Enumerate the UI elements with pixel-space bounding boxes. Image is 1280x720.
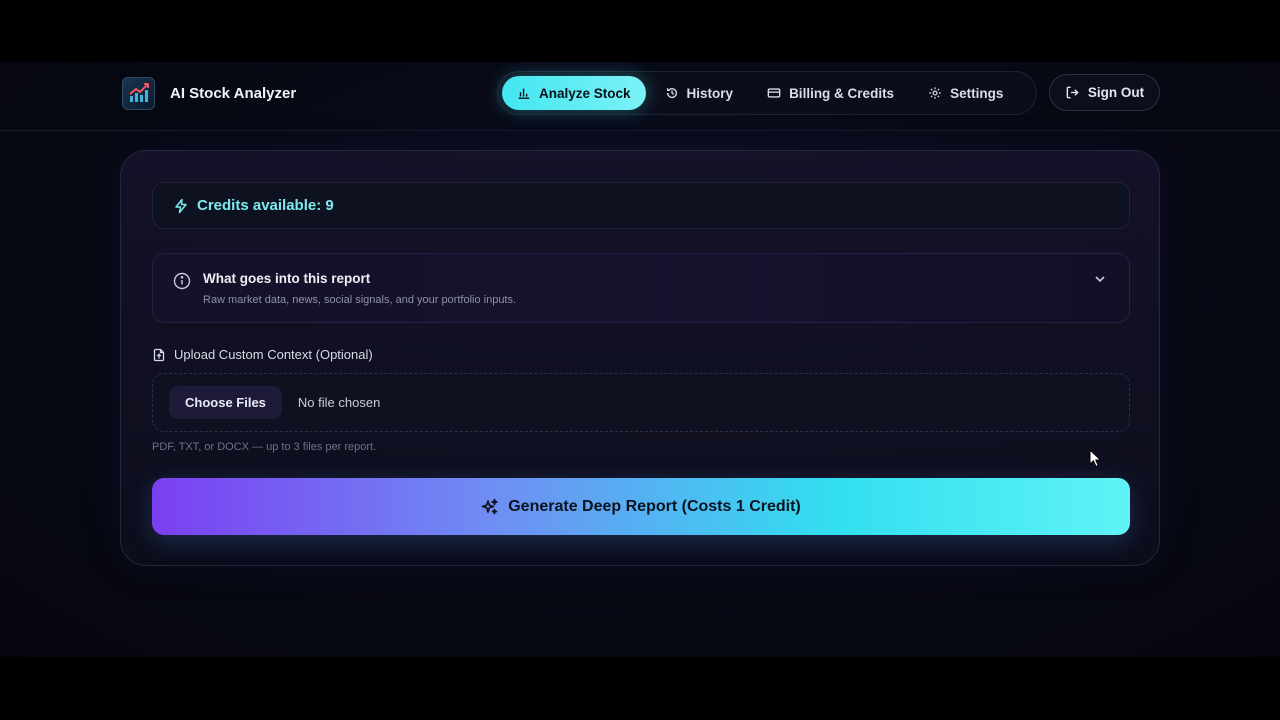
choose-files-button[interactable]: Choose Files — [169, 386, 282, 419]
brand[interactable]: AI Stock Analyzer — [122, 76, 296, 110]
nav-analyze-stock[interactable]: Analyze Stock — [502, 76, 646, 110]
generate-report-button[interactable]: Generate Deep Report (Costs 1 Credit) — [152, 478, 1130, 535]
nav-settings-label: Settings — [950, 85, 1004, 101]
info-icon — [173, 272, 191, 290]
chevron-down-icon[interactable] — [1093, 272, 1107, 286]
gear-icon — [929, 87, 941, 99]
file-status: No file chosen — [297, 395, 381, 410]
bar-chart-icon — [518, 88, 530, 99]
sign-out-label: Sign Out — [1087, 85, 1145, 100]
nav-settings[interactable]: Settings — [913, 76, 1018, 110]
upload-hint: PDF, TXT, or DOCX — up to 3 files per re… — [152, 441, 377, 453]
info-subtitle: Raw market data, news, social signals, a… — [203, 294, 517, 306]
sign-out-button[interactable]: Sign Out — [1049, 74, 1160, 111]
app-viewport: AI Stock Analyzer Analyze Stock History — [0, 62, 1280, 657]
credit-card-icon — [767, 88, 781, 98]
app-title: AI Stock Analyzer — [170, 84, 297, 102]
nav-billing-credits[interactable]: Billing & Credits — [752, 76, 909, 110]
sign-out-icon — [1066, 86, 1079, 99]
stock-chart-logo-icon — [122, 76, 155, 110]
sparkles-icon — [481, 498, 499, 514]
upload-label-text: Upload Custom Context (Optional) — [174, 347, 373, 362]
lightning-icon — [175, 198, 187, 213]
nav-analyze-stock-label: Analyze Stock — [539, 85, 631, 101]
nav-history-label: History — [686, 85, 734, 101]
main-nav: Analyze Stock History Billing & Credits — [497, 71, 1037, 115]
info-title: What goes into this report — [203, 271, 371, 286]
upload-label: Upload Custom Context (Optional) — [152, 347, 373, 362]
analyze-card: Credits available: 9 What goes into this… — [120, 150, 1160, 566]
mouse-cursor-icon — [1089, 449, 1102, 468]
nav-history[interactable]: History — [650, 76, 749, 110]
history-icon — [666, 88, 677, 99]
nav-billing-credits-label: Billing & Credits — [789, 85, 895, 101]
app-header: AI Stock Analyzer Analyze Stock History — [0, 62, 1280, 131]
file-upload-icon — [153, 348, 165, 361]
file-dropzone[interactable]: Choose Files No file chosen — [152, 373, 1130, 432]
credits-banner: Credits available: 9 — [152, 182, 1130, 229]
credits-text: Credits available: 9 — [197, 197, 334, 214]
report-info-accordion[interactable]: What goes into this report Raw market da… — [152, 253, 1130, 323]
generate-report-label: Generate Deep Report (Costs 1 Credit) — [508, 497, 801, 515]
